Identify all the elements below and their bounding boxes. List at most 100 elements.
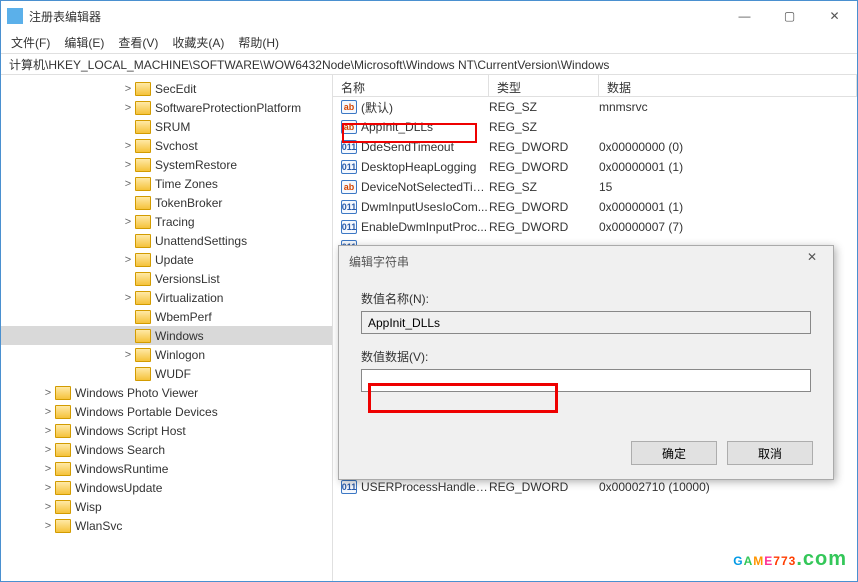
tree-item[interactable]: Windows	[1, 326, 332, 345]
expander-icon[interactable]: >	[121, 349, 135, 361]
cancel-button[interactable]: 取消	[727, 441, 813, 465]
tree-item[interactable]: > Time Zones	[1, 174, 332, 193]
menu-favorites[interactable]: 收藏夹(A)	[166, 32, 230, 53]
tree-item[interactable]: TokenBroker	[1, 193, 332, 212]
tree-item[interactable]: >SystemRestore	[1, 155, 332, 174]
tree-item[interactable]: >Virtualization	[1, 288, 332, 307]
tree-item[interactable]: > Windows Portable Devices	[1, 402, 332, 421]
tree-item[interactable]: > Svchost	[1, 136, 332, 155]
maximize-button[interactable]: ▢	[767, 1, 812, 31]
expander-icon[interactable]: >	[41, 387, 55, 399]
menubar: 文件(F) 编辑(E) 查看(V) 收藏夹(A) 帮助(H)	[1, 31, 857, 53]
col-type[interactable]: 类型	[489, 75, 599, 96]
expander-icon[interactable]: >	[41, 425, 55, 437]
list-row[interactable]: abDeviceNotSelectedTim...REG_SZ15	[333, 177, 857, 197]
expander-icon[interactable]: >	[41, 406, 55, 418]
value-name: DeviceNotSelectedTim...	[361, 180, 489, 194]
value-name: USERProcessHandleQ...	[361, 480, 489, 494]
tree-label: SecEdit	[155, 82, 196, 96]
ok-button[interactable]: 确定	[631, 441, 717, 465]
tree-label: Windows Search	[75, 443, 165, 457]
edit-string-dialog: 编辑字符串 ✕ 数值名称(N): 数值数据(V): 确定 取消	[338, 245, 834, 480]
expander-icon[interactable]: >	[121, 216, 135, 228]
expander-icon[interactable]: >	[41, 482, 55, 494]
tree-item[interactable]: > SecEdit	[1, 79, 332, 98]
list-row[interactable]: abAppInit_DLLsREG_SZ	[333, 117, 857, 137]
string-value-icon: ab	[341, 180, 357, 194]
folder-icon	[135, 253, 151, 267]
folder-icon	[55, 405, 71, 419]
dialog-close-button[interactable]: ✕	[797, 250, 827, 264]
window-controls: — ▢ ✕	[722, 1, 857, 31]
menu-view[interactable]: 查看(V)	[112, 32, 164, 53]
folder-icon	[135, 234, 151, 248]
tree-item[interactable]: VersionsList	[1, 269, 332, 288]
tree-item[interactable]: WUDF	[1, 364, 332, 383]
tree-label: Time Zones	[155, 177, 218, 191]
tree-item[interactable]: > Windows Search	[1, 440, 332, 459]
expander-icon[interactable]: >	[121, 292, 135, 304]
tree-item[interactable]: >WlanSvc	[1, 516, 332, 535]
value-name: DdeSendTimeout	[361, 140, 489, 154]
tree-item[interactable]: >Windows Script Host	[1, 421, 332, 440]
folder-icon	[135, 196, 151, 210]
tree-item[interactable]: >Wisp	[1, 497, 332, 516]
menu-edit[interactable]: 编辑(E)	[58, 32, 110, 53]
folder-icon	[135, 367, 151, 381]
value-type: REG_SZ	[489, 120, 599, 134]
col-name[interactable]: 名称	[333, 75, 489, 96]
list-row[interactable]: 011DwmInputUsesIoCom...REG_DWORD0x000000…	[333, 197, 857, 217]
value-data-input[interactable]	[361, 369, 811, 392]
tree-label: WUDF	[155, 367, 191, 381]
tree-item[interactable]: SRUM	[1, 117, 332, 136]
close-button[interactable]: ✕	[812, 1, 857, 31]
folder-icon	[55, 481, 71, 495]
list-row[interactable]: ab(默认)REG_SZmnmsrvc	[333, 97, 857, 117]
tree-item[interactable]: >Tracing	[1, 212, 332, 231]
value-data: 15	[599, 180, 612, 194]
expander-icon[interactable]: >	[121, 83, 135, 95]
expander-icon[interactable]: >	[41, 520, 55, 532]
list-row[interactable]: 011USERProcessHandleQ...REG_DWORD0x00002…	[333, 477, 857, 497]
value-name-label: 数值名称(N):	[361, 290, 811, 307]
value-name: (默认)	[361, 99, 489, 116]
tree-label: Svchost	[155, 139, 198, 153]
expander-icon[interactable]: >	[121, 159, 135, 171]
list-row[interactable]: 011EnableDwmInputProc...REG_DWORD0x00000…	[333, 217, 857, 237]
tree-pane[interactable]: > SecEdit >SoftwareProtectionPlatform SRUM >…	[1, 75, 333, 581]
list-row[interactable]: 011DdeSendTimeoutREG_DWORD0x00000000 (0)	[333, 137, 857, 157]
folder-icon	[135, 139, 151, 153]
col-data[interactable]: 数据	[599, 75, 857, 96]
folder-icon	[135, 120, 151, 134]
tree-label: SRUM	[155, 120, 190, 134]
tree-label: Windows	[155, 329, 204, 343]
value-data: mnmsrvc	[599, 100, 648, 114]
value-name: AppInit_DLLs	[361, 120, 489, 134]
expander-icon[interactable]: >	[121, 140, 135, 152]
tree-item[interactable]: >WindowsRuntime	[1, 459, 332, 478]
folder-icon	[135, 272, 151, 286]
tree-item[interactable]: >Winlogon	[1, 345, 332, 364]
tree-item[interactable]: UnattendSettings	[1, 231, 332, 250]
tree-item[interactable]: >SoftwareProtectionPlatform	[1, 98, 332, 117]
expander-icon[interactable]: >	[41, 501, 55, 513]
folder-icon	[55, 500, 71, 514]
address-bar[interactable]: 计算机\HKEY_LOCAL_MACHINE\SOFTWARE\WOW6432N…	[1, 53, 857, 75]
value-type: REG_DWORD	[489, 480, 599, 494]
expander-icon[interactable]: >	[121, 102, 135, 114]
tree-label: Windows Portable Devices	[75, 405, 218, 419]
expander-icon[interactable]: >	[41, 463, 55, 475]
expander-icon[interactable]: >	[41, 444, 55, 456]
menu-file[interactable]: 文件(F)	[5, 32, 56, 53]
list-row[interactable]: 011DesktopHeapLoggingREG_DWORD0x00000001…	[333, 157, 857, 177]
menu-help[interactable]: 帮助(H)	[232, 32, 285, 53]
expander-icon[interactable]: >	[121, 178, 135, 190]
minimize-button[interactable]: —	[722, 1, 767, 31]
expander-icon[interactable]: >	[121, 254, 135, 266]
tree-item[interactable]: >Update	[1, 250, 332, 269]
tree-item[interactable]: WbemPerf	[1, 307, 332, 326]
folder-icon	[135, 329, 151, 343]
tree-item[interactable]: >WindowsUpdate	[1, 478, 332, 497]
tree-label: Windows Photo Viewer	[75, 386, 198, 400]
tree-item[interactable]: > Windows Photo Viewer	[1, 383, 332, 402]
